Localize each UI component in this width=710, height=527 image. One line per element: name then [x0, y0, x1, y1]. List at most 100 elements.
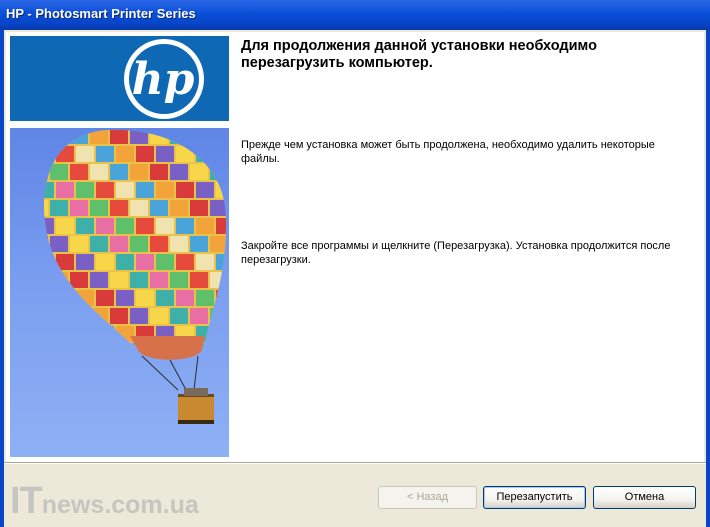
balloon-tile — [210, 308, 227, 324]
balloon-tile — [130, 308, 148, 324]
hp-logo-text: hp — [132, 54, 195, 105]
balloon-tile — [44, 182, 54, 198]
balloon-tile — [56, 254, 74, 270]
balloon-tile — [70, 129, 88, 144]
balloon-tile — [50, 129, 68, 144]
balloon-tile — [90, 236, 108, 252]
balloon-tile — [216, 254, 227, 270]
balloon-tile — [130, 200, 148, 216]
balloon-tile — [70, 272, 88, 288]
balloon-tile — [170, 272, 188, 288]
balloon-tile — [116, 290, 134, 306]
balloon-tile — [96, 326, 114, 342]
dialog-client-area: hp Для продолжения данной установки необ… — [4, 30, 706, 527]
balloon-tile — [156, 182, 174, 198]
balloon-tile — [216, 218, 227, 234]
balloon-tile — [176, 182, 194, 198]
balloon-tile — [196, 182, 214, 198]
balloon-tile — [136, 182, 154, 198]
balloon-tile — [176, 218, 194, 234]
balloon-tile — [56, 326, 74, 342]
hot-air-balloon-icon — [44, 129, 227, 424]
balloon-tile — [150, 200, 168, 216]
title-bar[interactable]: HP - Photosmart Printer Series — [0, 0, 710, 30]
balloon-tile — [70, 164, 88, 180]
balloon-tile — [44, 236, 48, 252]
footer-separator — [4, 462, 706, 464]
balloon-tile — [156, 218, 174, 234]
balloon-tile — [176, 146, 194, 162]
balloon-tile — [216, 182, 227, 198]
restart-button[interactable]: Перезапустить — [483, 486, 586, 509]
balloon-tile — [96, 182, 114, 198]
balloon-tile — [130, 129, 148, 144]
balloon-tile — [210, 164, 227, 180]
hp-logo-icon: hp — [124, 39, 204, 119]
balloon-tile — [136, 146, 154, 162]
balloon-tile — [190, 164, 208, 180]
balloon-tile — [90, 308, 108, 324]
balloon-tile — [196, 146, 214, 162]
balloon-tile — [116, 254, 134, 270]
balloon-tile — [90, 129, 108, 144]
balloon-tile — [90, 272, 108, 288]
balloon-tile — [170, 129, 188, 144]
balloon-tile — [190, 200, 208, 216]
balloon-tile — [116, 326, 134, 342]
balloon-tile — [190, 308, 208, 324]
balloon-tile — [210, 272, 227, 288]
info-text-restart: Закройте все программы и щелкните (Перез… — [241, 240, 671, 266]
balloon-tile — [110, 164, 128, 180]
dialog-heading: Для продолжения данной установки необход… — [241, 38, 597, 71]
window-title: HP - Photosmart Printer Series — [6, 6, 196, 21]
window-border-right — [706, 30, 710, 527]
balloon-tile — [50, 272, 68, 288]
balloon-tile — [110, 272, 128, 288]
balloon-image — [10, 128, 229, 457]
info-text-files: Прежде чем установка может быть продолже… — [241, 139, 655, 165]
balloon-tile — [190, 129, 208, 144]
balloon-tile — [130, 236, 148, 252]
balloon-tile — [190, 272, 208, 288]
balloon-tile — [76, 290, 94, 306]
balloon-tile — [196, 290, 214, 306]
balloon-tile — [190, 236, 208, 252]
itnews-watermark: ITnews.com.ua — [10, 480, 199, 522]
balloon-tile — [50, 308, 68, 324]
balloon-tile — [50, 164, 68, 180]
balloon-tile — [44, 326, 54, 342]
content-panel: hp Для продолжения данной установки необ… — [6, 32, 704, 462]
balloon-tile — [76, 326, 94, 342]
balloon-tile — [136, 254, 154, 270]
balloon-tile — [44, 272, 48, 288]
balloon-tile — [150, 272, 168, 288]
balloon-tile — [76, 182, 94, 198]
balloon-tile — [50, 200, 68, 216]
balloon-tile — [136, 290, 154, 306]
balloon-tile — [116, 182, 134, 198]
balloon-tile — [130, 164, 148, 180]
balloon-tile — [76, 218, 94, 234]
balloon-tile — [170, 164, 188, 180]
balloon-tile — [210, 129, 227, 144]
balloon-tile — [176, 290, 194, 306]
back-button[interactable]: < Назад — [378, 486, 477, 509]
balloon-tile — [170, 236, 188, 252]
balloon-tile — [150, 308, 168, 324]
balloon-tile — [150, 129, 168, 144]
balloon-tile — [70, 200, 88, 216]
cancel-button[interactable]: Отмена — [593, 486, 696, 509]
balloon-tile — [44, 308, 48, 324]
balloon-tile — [96, 218, 114, 234]
balloon-tile — [44, 129, 48, 144]
balloon-tile — [110, 308, 128, 324]
balloon-tile — [56, 182, 74, 198]
balloon-tile — [150, 164, 168, 180]
hp-logo-banner: hp — [10, 36, 229, 121]
balloon-tile — [196, 254, 214, 270]
balloon-tile — [196, 218, 214, 234]
balloon-tile — [44, 254, 54, 270]
balloon-tile — [44, 146, 54, 162]
balloon-tile — [44, 290, 54, 306]
balloon-tile — [76, 254, 94, 270]
